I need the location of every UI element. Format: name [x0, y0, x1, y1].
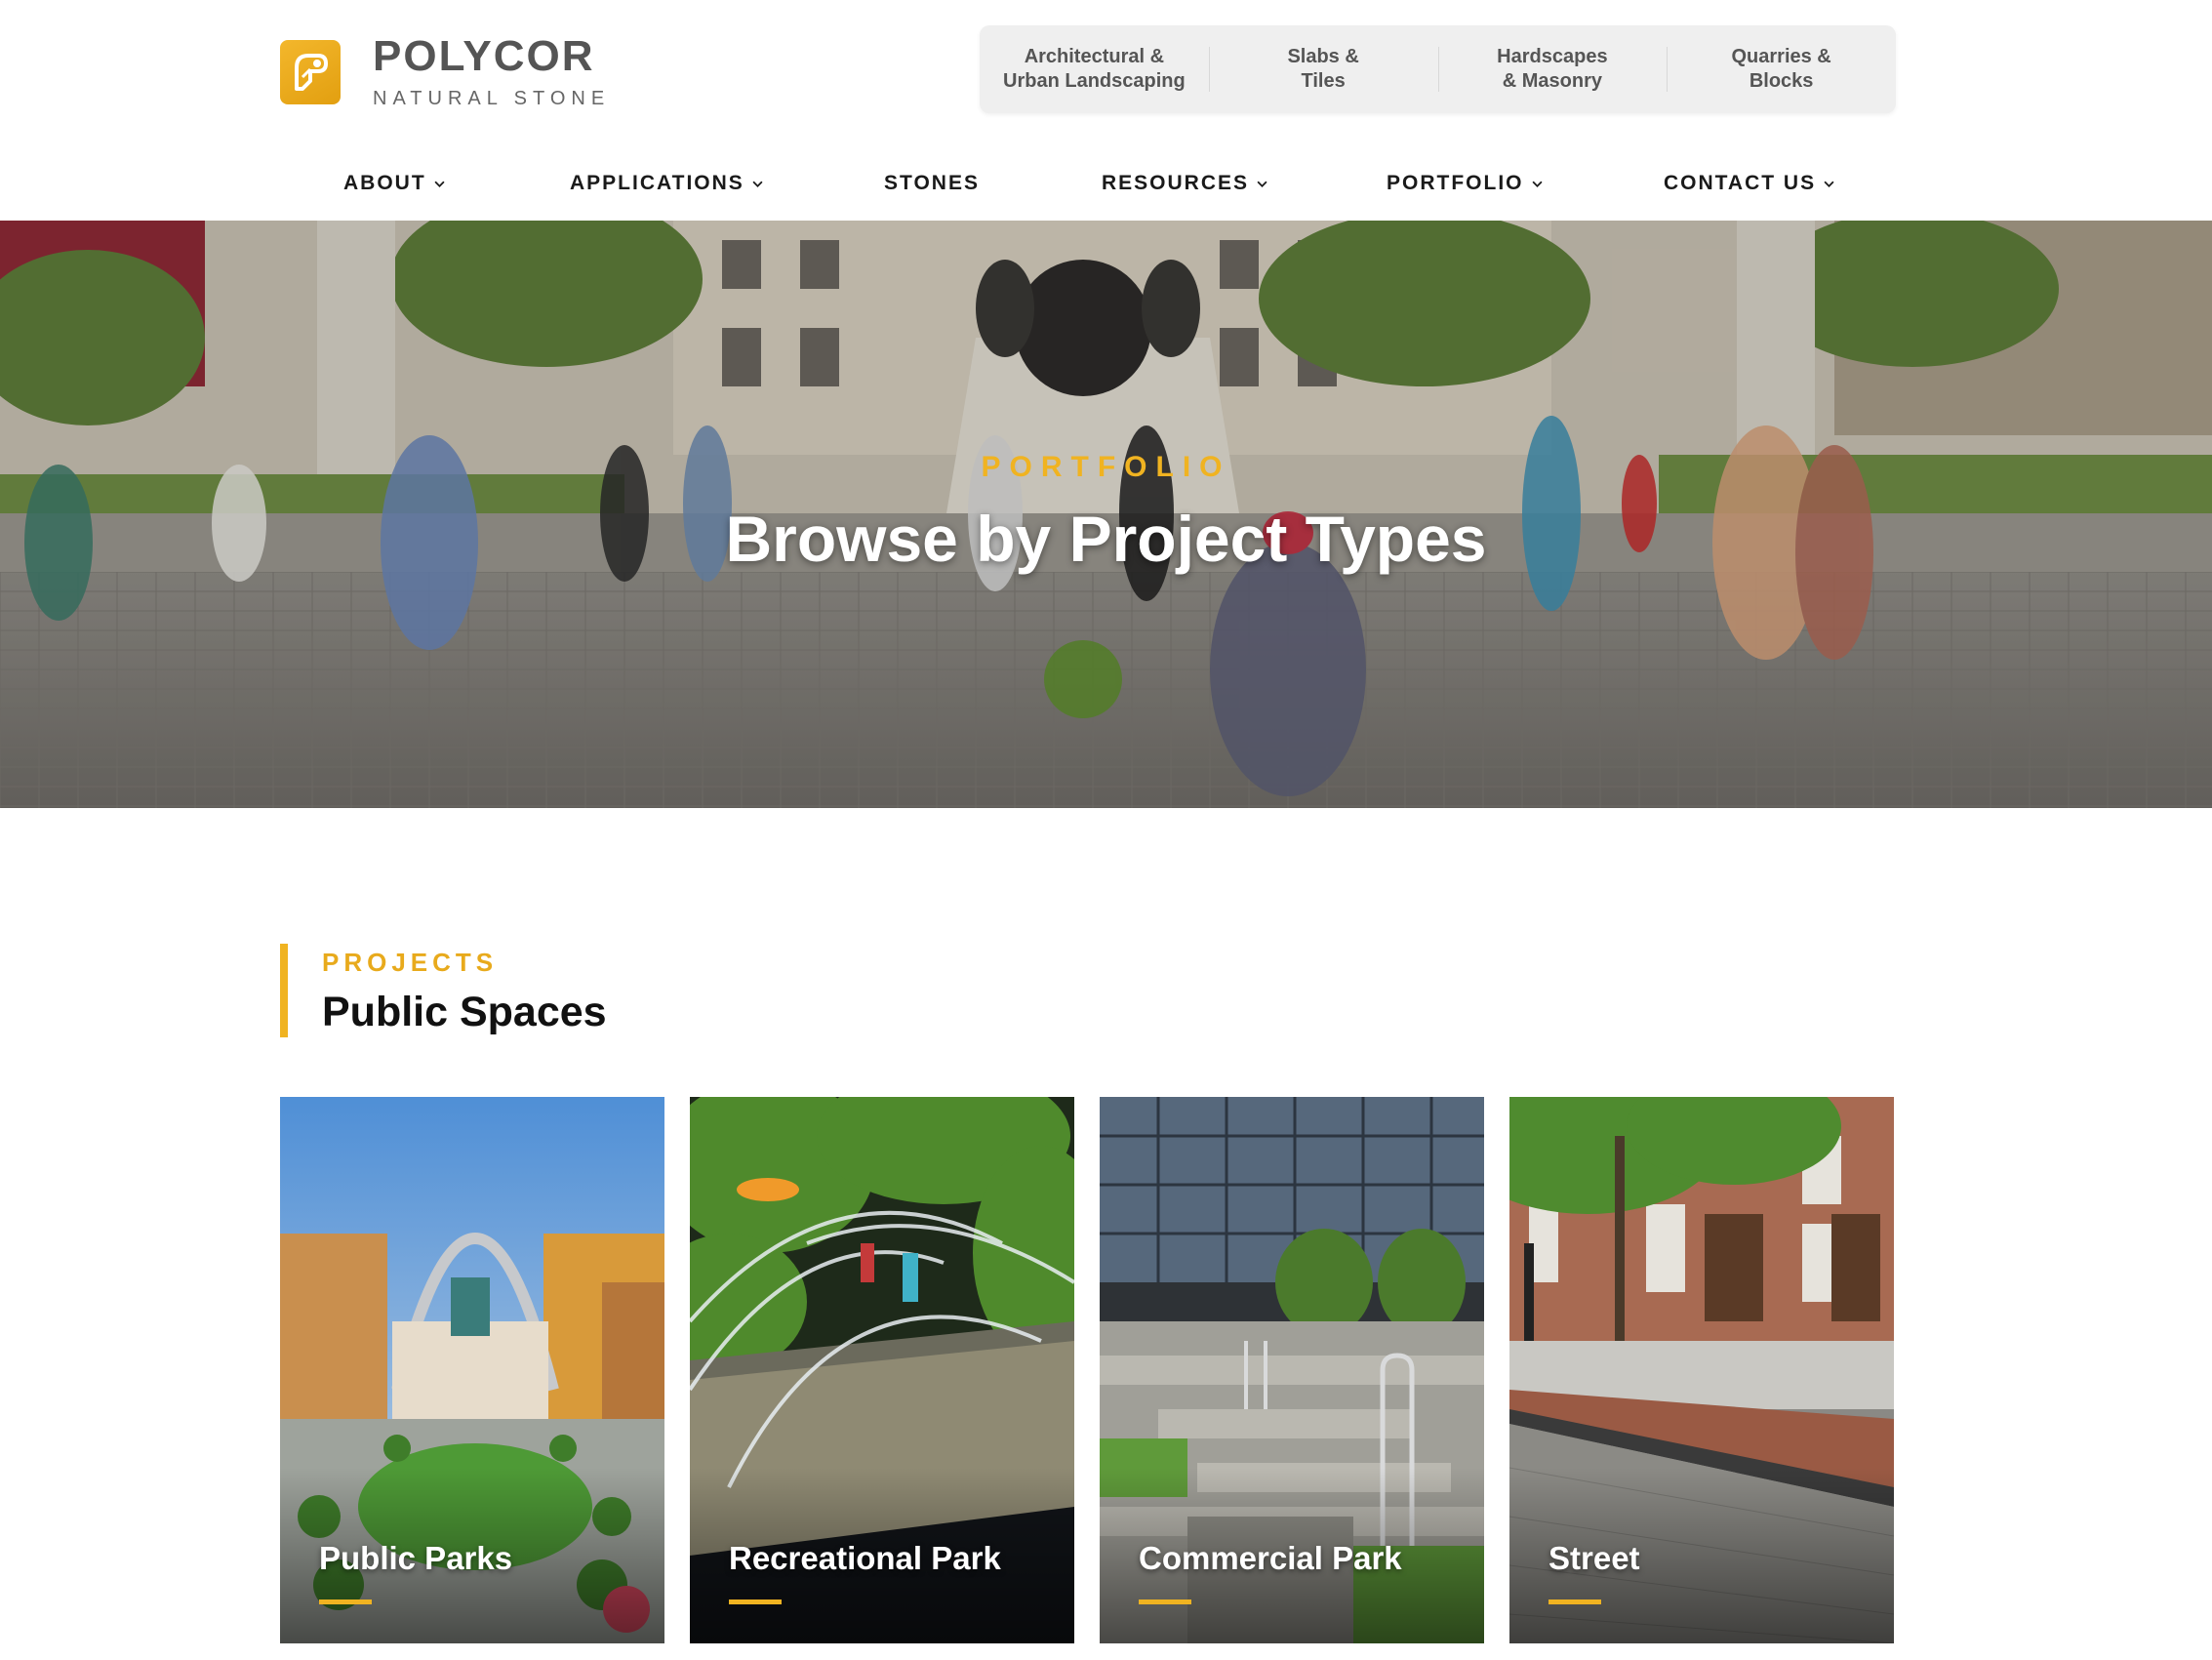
section-title: Public Spaces	[322, 989, 607, 1035]
chevron-down-icon	[752, 181, 763, 187]
section-accent-bar	[280, 944, 288, 1037]
card-label: Street	[1548, 1540, 1640, 1576]
hero-banner: PORTFOLIO Browse by Project Types	[0, 221, 2212, 808]
polycor-logo-icon	[280, 40, 341, 104]
category-nav: Architectural & Urban Landscaping Slabs …	[980, 25, 1896, 113]
nav-label: ABOUT	[343, 172, 426, 194]
nav-applications[interactable]: APPLICATIONS	[570, 172, 763, 195]
nav-contact[interactable]: CONTACT US	[1664, 172, 1834, 195]
category-label-line1: Hardscapes	[1497, 46, 1608, 67]
category-label-line2: Tiles	[1301, 70, 1346, 92]
category-label-line2: Urban Landscaping	[1003, 70, 1186, 92]
category-architectural[interactable]: Architectural & Urban Landscaping	[980, 45, 1209, 94]
card-public-parks[interactable]: Public Parks	[280, 1097, 664, 1643]
category-label-line2: Blocks	[1749, 70, 1814, 92]
card-underline	[319, 1599, 372, 1604]
card-recreational-park[interactable]: Recreational Park	[690, 1097, 1074, 1643]
card-label: Public Parks	[319, 1540, 513, 1576]
nav-stones[interactable]: STONES	[884, 172, 980, 195]
brand-logo[interactable]: POLYCOR NATURAL STONE	[280, 35, 610, 109]
card-commercial-park[interactable]: Commercial Park	[1100, 1097, 1484, 1643]
card-underline	[1139, 1599, 1191, 1604]
brand-text: POLYCOR NATURAL STONE	[373, 32, 611, 110]
brand-name: POLYCOR	[373, 32, 595, 80]
nav-portfolio[interactable]: PORTFOLIO	[1387, 172, 1543, 195]
card-label: Recreational Park	[729, 1540, 1001, 1576]
hero-title: Browse by Project Types	[725, 503, 1487, 575]
category-label-line2: & Masonry	[1502, 70, 1602, 92]
nav-label: STONES	[884, 172, 980, 194]
category-quarries[interactable]: Quarries & Blocks	[1667, 45, 1896, 94]
project-type-grid: Public Parks Recreational Park Commercia…	[280, 1097, 1896, 1643]
main-nav: ABOUT APPLICATIONS STONES RESOURCES PORT…	[0, 172, 2212, 201]
category-label-line1: Slabs &	[1287, 46, 1359, 67]
category-hardscapes[interactable]: Hardscapes & Masonry	[1437, 45, 1668, 94]
chevron-down-icon	[1824, 181, 1834, 187]
hero-eyebrow: PORTFOLIO	[981, 451, 1231, 483]
section-eyebrow: PROJECTS	[322, 948, 499, 977]
nav-label: RESOURCES	[1102, 172, 1250, 194]
nav-label: APPLICATIONS	[570, 172, 744, 194]
nav-resources[interactable]: RESOURCES	[1102, 172, 1267, 195]
chevron-down-icon	[1257, 181, 1267, 187]
category-label-line1: Quarries &	[1731, 46, 1831, 67]
card-underline	[729, 1599, 782, 1604]
card-underline	[1548, 1599, 1601, 1604]
nav-about[interactable]: ABOUT	[343, 172, 445, 195]
nav-label: CONTACT US	[1664, 172, 1817, 194]
card-street[interactable]: Street	[1509, 1097, 1894, 1643]
chevron-down-icon	[1531, 181, 1543, 187]
page: POLYCOR NATURAL STONE Architectural & Ur…	[0, 0, 2212, 1660]
chevron-down-icon	[434, 181, 445, 187]
category-label-line1: Architectural &	[1024, 46, 1165, 67]
nav-label: PORTFOLIO	[1387, 172, 1524, 194]
card-label: Commercial Park	[1139, 1540, 1402, 1576]
brand-tagline: NATURAL STONE	[373, 88, 611, 109]
category-slabs-tiles[interactable]: Slabs & Tiles	[1208, 45, 1438, 94]
